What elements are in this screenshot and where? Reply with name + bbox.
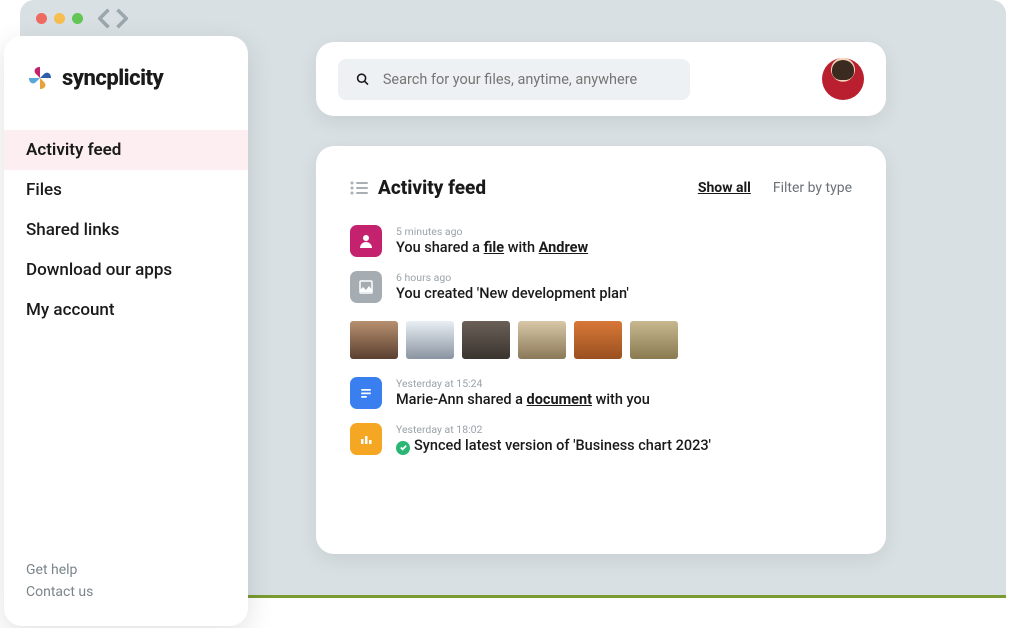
feed-item-body: Yesterday at 18:02Synced latest version …	[396, 423, 711, 455]
document-icon	[350, 377, 382, 409]
feed-item-time: Yesterday at 15:24	[396, 377, 650, 390]
syncplicity-logo-icon	[26, 64, 54, 92]
sidebar-item-my-account[interactable]: My account	[4, 290, 248, 330]
thumbnail[interactable]	[350, 321, 398, 359]
sidebar-footer: Get help Contact us	[4, 562, 248, 626]
feed-link[interactable]: Andrew	[539, 239, 588, 256]
show-all-link[interactable]: Show all	[698, 180, 751, 196]
thumbnail[interactable]	[406, 321, 454, 359]
feed-item-body: 6 hours agoYou created 'New development …	[396, 271, 629, 302]
feed-item[interactable]: Yesterday at 15:24Marie-Ann shared a doc…	[350, 377, 852, 409]
image-icon	[350, 271, 382, 303]
feed-item[interactable]: 5 minutes agoYou shared a file with Andr…	[350, 225, 852, 257]
avatar[interactable]	[822, 58, 864, 100]
feed-item-time: Yesterday at 18:02	[396, 423, 711, 436]
footer-link-contact-us[interactable]: Contact us	[26, 584, 226, 600]
feed-item-body: 5 minutes agoYou shared a file with Andr…	[396, 225, 588, 256]
feed-item[interactable]: 6 hours agoYou created 'New development …	[350, 271, 852, 303]
feed-item-time: 5 minutes ago	[396, 225, 588, 238]
window-controls	[36, 11, 128, 25]
search-input[interactable]	[383, 71, 672, 88]
search-box[interactable]	[338, 59, 690, 100]
search-icon	[356, 72, 369, 86]
brand-logo: syncplicity	[4, 36, 248, 130]
footer-link-get-help[interactable]: Get help	[26, 562, 226, 578]
sidebar-item-files[interactable]: Files	[4, 170, 248, 210]
feed-item-text: You created 'New development plan'	[396, 285, 629, 302]
sidebar-item-shared-links[interactable]: Shared links	[4, 210, 248, 250]
thumbnail-strip	[350, 321, 852, 359]
feed-item-text: Synced latest version of 'Business chart…	[396, 437, 711, 455]
feed-item-body: Yesterday at 15:24Marie-Ann shared a doc…	[396, 377, 650, 408]
list-icon	[350, 181, 368, 195]
topbar	[316, 42, 886, 116]
thumbnail[interactable]	[518, 321, 566, 359]
feed-item-text: You shared a file with Andrew	[396, 239, 588, 256]
brand-name: syncplicity	[62, 66, 163, 91]
check-icon	[396, 441, 410, 455]
sidebar-nav: Activity feed Files Shared links Downloa…	[4, 130, 248, 330]
person-icon	[350, 225, 382, 257]
sidebar-item-download-apps[interactable]: Download our apps	[4, 250, 248, 290]
feed-item-time: 6 hours ago	[396, 271, 629, 284]
chart-icon	[350, 423, 382, 455]
feed-title: Activity feed	[378, 176, 486, 199]
feed-link[interactable]: file	[484, 239, 505, 256]
thumbnail[interactable]	[630, 321, 678, 359]
nav-back-icon[interactable]	[98, 11, 112, 25]
feed-list: 5 minutes agoYou shared a file with Andr…	[350, 225, 852, 455]
feed-item[interactable]: Yesterday at 18:02Synced latest version …	[350, 423, 852, 455]
nav-forward-icon[interactable]	[114, 11, 128, 25]
sidebar: syncplicity Activity feed Files Shared l…	[4, 36, 248, 626]
feed-link[interactable]: document	[527, 391, 592, 408]
filter-by-type[interactable]: Filter by type	[773, 180, 852, 196]
window-minimize-dot[interactable]	[54, 13, 65, 24]
thumbnail[interactable]	[574, 321, 622, 359]
activity-feed-card: Activity feed Show all Filter by type 5 …	[316, 146, 886, 554]
feed-item-text: Marie-Ann shared a document with you	[396, 391, 650, 408]
sidebar-item-activity-feed[interactable]: Activity feed	[4, 130, 248, 170]
nav-arrows	[98, 11, 128, 25]
thumbnail[interactable]	[462, 321, 510, 359]
feed-header: Activity feed Show all Filter by type	[350, 176, 852, 199]
window-maximize-dot[interactable]	[72, 13, 83, 24]
window-close-dot[interactable]	[36, 13, 47, 24]
